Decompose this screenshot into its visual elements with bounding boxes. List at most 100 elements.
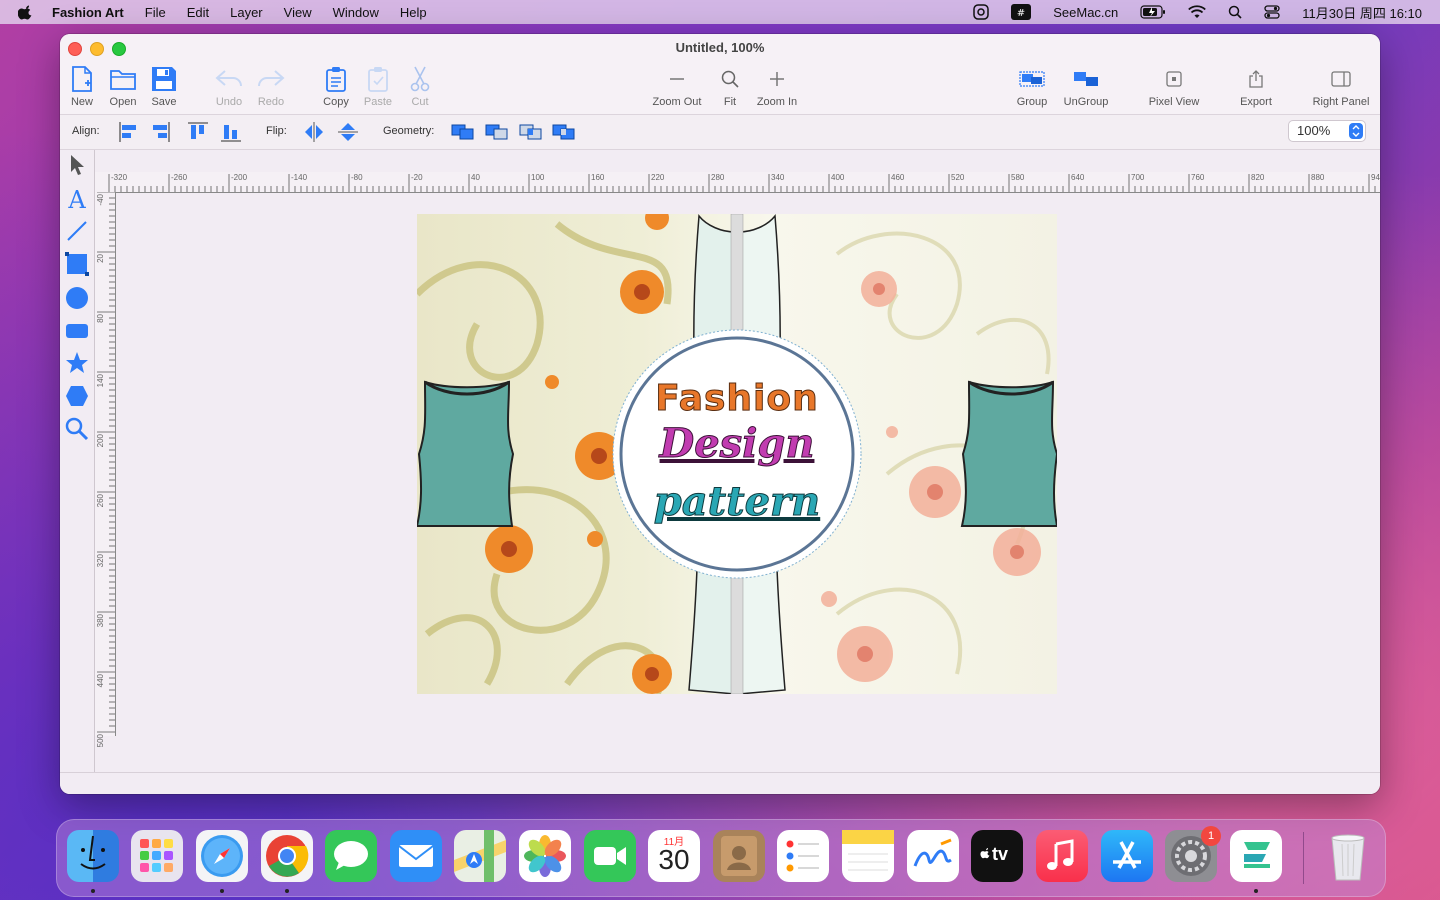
- group-button[interactable]: Group: [1002, 62, 1062, 108]
- flip-horizontal-button[interactable]: [302, 120, 326, 144]
- ruler-tick-label: -320: [111, 173, 128, 182]
- star-icon: [66, 352, 88, 373]
- arrow-cursor-icon: [71, 155, 84, 175]
- ruler-tick-label: -20: [411, 173, 423, 182]
- geometry-union-button[interactable]: [451, 120, 475, 144]
- menu-layer[interactable]: Layer: [230, 5, 263, 20]
- app-store-app-icon[interactable]: [1101, 830, 1153, 882]
- save-button[interactable]: Save: [134, 62, 194, 108]
- stepper-arrows-icon: [1349, 123, 1363, 139]
- safari-app-icon[interactable]: [196, 830, 248, 882]
- redo-button[interactable]: Redo: [241, 62, 301, 108]
- geometry-subtract-button[interactable]: [485, 120, 509, 144]
- menu-help[interactable]: Help: [400, 5, 427, 20]
- flip-label: Flip:: [266, 125, 287, 137]
- ruler-tick-label: 80: [96, 314, 105, 323]
- select-tool[interactable]: [64, 152, 90, 178]
- ruler-tick-label: 40: [471, 173, 480, 182]
- dock-separator: [1303, 832, 1304, 884]
- apple-logo-icon[interactable]: [18, 4, 34, 20]
- geometry-exclude-button[interactable]: [552, 120, 576, 144]
- align-top-button[interactable]: [186, 120, 210, 144]
- ruler-tick-label: 760: [1191, 173, 1205, 182]
- freeform-app-icon[interactable]: [907, 830, 959, 882]
- line-tool[interactable]: [64, 218, 90, 244]
- ruler-tick-label: 520: [951, 173, 965, 182]
- menu-window[interactable]: Window: [333, 5, 379, 20]
- fashion-art-app-icon[interactable]: [1230, 830, 1282, 882]
- rectangle-tool[interactable]: [64, 251, 90, 277]
- ellipse-tool[interactable]: [64, 285, 90, 311]
- spotlight-search-icon[interactable]: [1228, 5, 1242, 19]
- polygon-tool[interactable]: [64, 383, 90, 409]
- apple-tv-app-icon[interactable]: tv: [971, 830, 1023, 882]
- geometry-union-icon: [451, 124, 474, 140]
- ruler-tick-label: 580: [1011, 173, 1025, 182]
- align-right-button[interactable]: [148, 120, 172, 144]
- circle-icon: [66, 287, 88, 309]
- menu-file[interactable]: File: [145, 5, 166, 20]
- rounded-rectangle-icon: [66, 324, 88, 338]
- grammarly-icon[interactable]: [973, 4, 989, 20]
- zoom-out-button[interactable]: Zoom Out: [647, 62, 707, 108]
- menu-app-name[interactable]: Fashion Art: [52, 5, 124, 20]
- notes-app-icon[interactable]: [842, 830, 894, 882]
- menu-clock[interactable]: 11月30日 周四 16:10: [1302, 3, 1422, 22]
- zoom-in-button[interactable]: Zoom In: [747, 62, 807, 108]
- flip-vertical-button[interactable]: [336, 120, 360, 144]
- facetime-app-icon[interactable]: [584, 830, 636, 882]
- ruler-tick-label: 100: [531, 173, 545, 182]
- title-fashion: Fashion: [655, 378, 819, 420]
- right-panel-button[interactable]: Right Panel: [1311, 62, 1371, 108]
- artboard[interactable]: Fashion Design pattern: [417, 214, 1057, 694]
- canvas-area[interactable]: -320 -260 -200 -140 -80 -20 40 100 160 220 280 340 4…: [95, 150, 1380, 772]
- battery-icon[interactable]: [1140, 5, 1166, 19]
- photos-app-icon[interactable]: [519, 830, 571, 882]
- messages-app-icon[interactable]: [325, 830, 377, 882]
- maps-app-icon[interactable]: [454, 830, 506, 882]
- music-app-icon[interactable]: [1036, 830, 1088, 882]
- text-tool[interactable]: A: [64, 186, 90, 212]
- contacts-app-icon[interactable]: [713, 830, 765, 882]
- pixel-view-icon: [1166, 71, 1182, 87]
- menu-view[interactable]: View: [284, 5, 312, 20]
- ungroup-button[interactable]: UnGroup: [1056, 62, 1116, 108]
- zoom-tool[interactable]: [64, 416, 90, 442]
- ruler-tick-label: 940: [1371, 173, 1380, 182]
- align-left-button[interactable]: [117, 120, 141, 144]
- zoom-select[interactable]: 100%: [1288, 120, 1366, 142]
- export-button[interactable]: Export: [1226, 62, 1286, 108]
- ruler-tick-label: 140: [96, 374, 105, 388]
- save-label: Save: [151, 96, 177, 108]
- left-tank-top: [417, 380, 515, 527]
- ungroup-icon: [1074, 72, 1098, 86]
- vertical-ruler: -40 20 80 140 200 260 320 380 440 500: [95, 192, 116, 747]
- clipboard-icon: [326, 67, 346, 92]
- rounded-rectangle-tool[interactable]: [64, 318, 90, 344]
- menu-website[interactable]: SeeMac.cn: [1053, 5, 1118, 20]
- cut-button[interactable]: Cut: [390, 62, 450, 108]
- trash-app-icon[interactable]: [1322, 830, 1374, 882]
- finder-app-icon[interactable]: [67, 830, 119, 882]
- align-right-icon: [153, 122, 170, 142]
- pixel-view-button[interactable]: Pixel View: [1144, 62, 1204, 108]
- menu-edit[interactable]: Edit: [187, 5, 209, 20]
- chrome-app-icon[interactable]: [261, 830, 313, 882]
- calendar-app-icon[interactable]: 11月 30: [648, 830, 700, 882]
- geometry-intersect-button[interactable]: [519, 120, 543, 144]
- zoom-value: 100%: [1297, 123, 1331, 138]
- text-a-icon: A: [67, 187, 86, 211]
- ruler-tick-label: 880: [1311, 173, 1325, 182]
- input-method-icon[interactable]: #: [1011, 4, 1032, 20]
- control-center-icon[interactable]: [1264, 5, 1280, 19]
- align-bottom-button[interactable]: [219, 120, 243, 144]
- zoom-in-label: Zoom In: [756, 96, 798, 108]
- launchpad-app-icon[interactable]: [131, 830, 183, 882]
- mail-app-icon[interactable]: [390, 830, 442, 882]
- ruler-tick-label: 340: [771, 173, 785, 182]
- floppy-disk-icon: [152, 67, 176, 91]
- star-tool[interactable]: [64, 350, 90, 376]
- reminders-app-icon[interactable]: [777, 830, 829, 882]
- wifi-icon[interactable]: [1188, 5, 1207, 19]
- right-panel-label: Right Panel: [1312, 96, 1370, 108]
